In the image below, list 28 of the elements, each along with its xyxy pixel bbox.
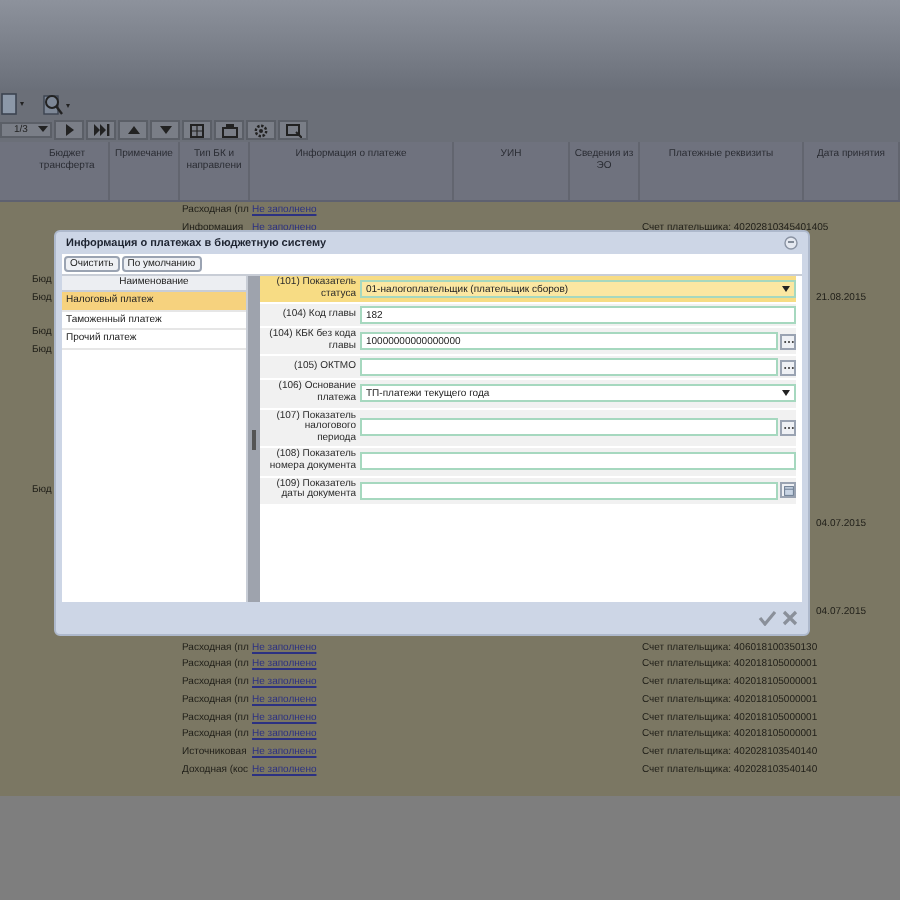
caret-icon [782, 286, 790, 293]
move-up-button[interactable] [118, 120, 148, 140]
caret-icon [782, 390, 790, 397]
next-button[interactable] [54, 120, 84, 140]
play-icon [63, 124, 75, 136]
up-arrow-icon [127, 125, 139, 135]
browse-button[interactable] [780, 333, 796, 350]
browse-button[interactable] [780, 419, 796, 436]
date-field[interactable] [360, 481, 778, 500]
document-icon[interactable] [0, 92, 28, 116]
browse-button[interactable] [780, 359, 796, 376]
last-button[interactable] [86, 120, 116, 140]
settings-button[interactable] [246, 120, 276, 140]
down-arrow-icon [159, 125, 171, 135]
collapse-icon[interactable] [784, 236, 798, 250]
window-button[interactable] [278, 120, 308, 140]
check-icon[interactable] [758, 610, 776, 626]
caret-icon [38, 126, 48, 134]
search-icon[interactable] [40, 91, 72, 117]
text-field[interactable] [360, 418, 778, 437]
text-field[interactable] [360, 452, 796, 471]
splitter-handle[interactable] [248, 276, 260, 602]
text-field[interactable] [360, 358, 778, 377]
close-icon[interactable] [782, 610, 798, 626]
export-button[interactable] [214, 120, 244, 140]
grid-button[interactable] [182, 120, 212, 140]
move-down-button[interactable] [150, 120, 180, 140]
calendar-button[interactable] [780, 482, 796, 499]
